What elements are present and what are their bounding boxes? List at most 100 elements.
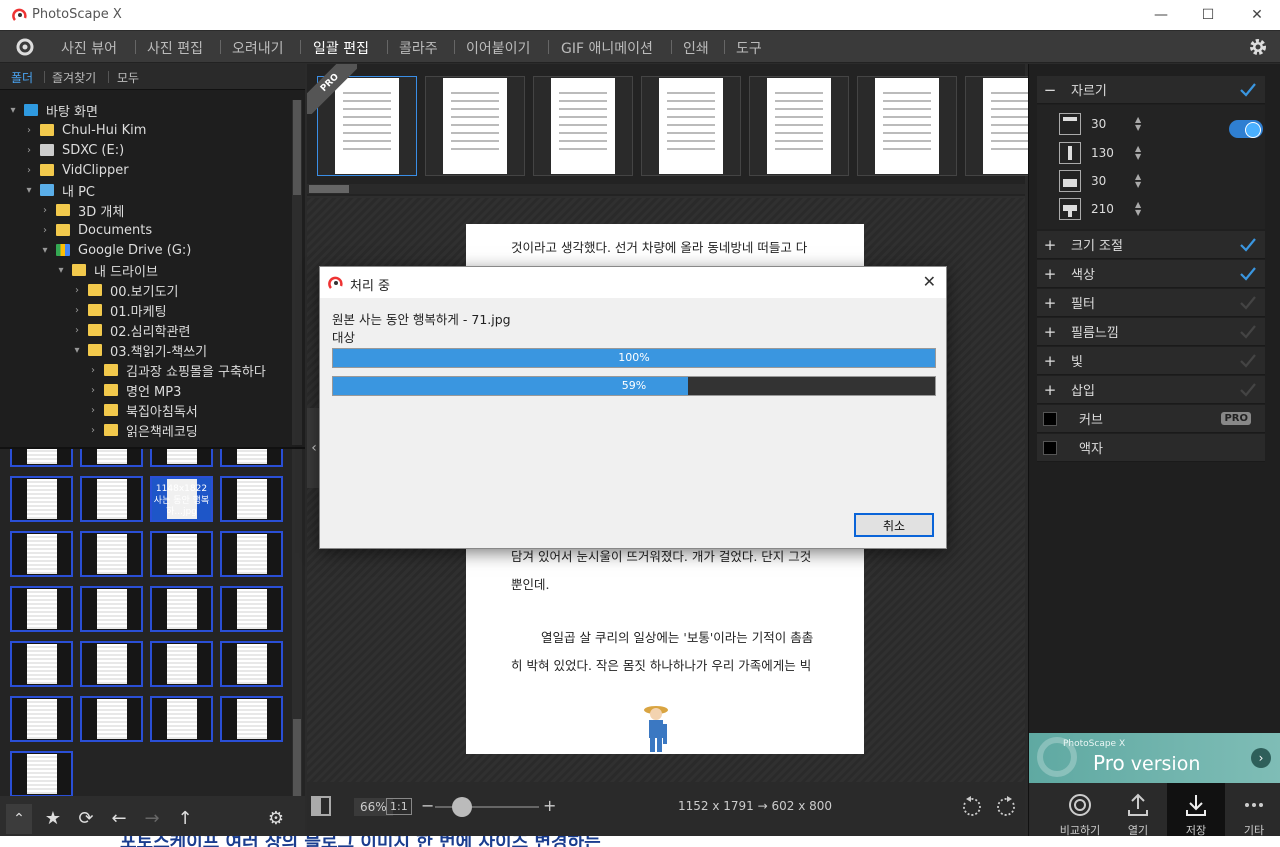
chevron-down-icon[interactable]: ▾	[54, 265, 68, 276]
chevron-right-icon[interactable]: ›	[22, 145, 36, 156]
compare-split-icon[interactable]	[311, 796, 331, 816]
thumbnail[interactable]	[220, 641, 283, 687]
thumbnail[interactable]	[80, 696, 143, 742]
chevron-right-icon[interactable]: ›	[22, 165, 36, 176]
thumbnail[interactable]	[10, 641, 73, 687]
checkmark-icon[interactable]	[1237, 321, 1259, 343]
browser-settings-gear-icon[interactable]: ⚙	[264, 806, 288, 830]
thumbnail[interactable]	[80, 531, 143, 577]
home-icon[interactable]	[14, 37, 36, 57]
section-curves[interactable]: 커브 PRO	[1037, 405, 1265, 433]
crop-value[interactable]: 130	[1091, 146, 1131, 160]
thumbnail[interactable]	[10, 531, 73, 577]
menu-photo-editor[interactable]: 사진 편집	[147, 38, 203, 58]
refresh-icon[interactable]: ⟳	[74, 806, 98, 830]
thumbnail[interactable]	[220, 696, 283, 742]
crop-value[interactable]: 210	[1091, 202, 1131, 216]
collapse-up-icon[interactable]: ⌃	[6, 804, 32, 834]
thumbnail[interactable]	[220, 449, 283, 467]
tree-item-google-drive[interactable]: ▾ Google Drive (G:)	[38, 240, 191, 260]
tree-item-my-drive[interactable]: ▾ 내 드라이브	[54, 260, 158, 280]
thumbnail[interactable]	[150, 449, 213, 467]
spinner-arrows-icon[interactable]: ▲ ▼	[1135, 173, 1141, 189]
expand-plus-icon[interactable]: +	[1041, 381, 1059, 399]
section-insert[interactable]: + 삽입	[1037, 376, 1265, 404]
menu-collage[interactable]: 콜라주	[399, 38, 438, 58]
collapse-minus-icon[interactable]: −	[1041, 81, 1059, 99]
checkmark-icon[interactable]	[1237, 263, 1259, 285]
tree-item-folder[interactable]: › 01.마케팅	[70, 300, 167, 320]
thumbnail[interactable]	[80, 476, 143, 522]
checkmark-icon[interactable]	[1237, 379, 1259, 401]
curves-checkbox[interactable]	[1043, 411, 1057, 426]
cancel-button[interactable]: 취소	[854, 513, 934, 537]
tab-folders[interactable]: 폴더	[11, 69, 33, 86]
frame-checkbox[interactable]	[1043, 440, 1057, 455]
zoom-slider[interactable]	[435, 797, 539, 817]
zoom-in-icon[interactable]: +	[543, 796, 556, 815]
filmstrip-thumbnail[interactable]	[425, 76, 525, 176]
crop-value[interactable]: 30	[1091, 117, 1131, 131]
tree-item-3d-objects[interactable]: › 3D 개체	[38, 200, 124, 220]
up-arrow-icon[interactable]: ↑	[173, 806, 197, 830]
minimize-button[interactable]: —	[1138, 0, 1184, 30]
thumbnail[interactable]	[10, 476, 73, 522]
tree-item-folder[interactable]: › 00.보기도기	[70, 280, 179, 300]
crop-left-field[interactable]: 130 ▲ ▼	[1059, 142, 1199, 164]
tree-item-sdxc[interactable]: › SDXC (E:)	[22, 140, 124, 160]
rotate-left-icon[interactable]	[959, 795, 983, 819]
expand-plus-icon[interactable]: +	[1041, 294, 1059, 312]
chevron-right-icon[interactable]: ›	[22, 125, 36, 136]
chevron-down-icon[interactable]: ▾	[38, 245, 52, 256]
tree-item-folder[interactable]: › 김과장 쇼핑몰을 구축하다	[86, 360, 266, 380]
spinner-arrows-icon[interactable]: ▲ ▼	[1135, 145, 1141, 161]
tree-item-folder[interactable]: › 02.심리학관련	[70, 320, 190, 340]
favorite-star-icon[interactable]: ★	[41, 806, 65, 830]
thumbnail[interactable]	[150, 586, 213, 632]
tab-all[interactable]: 모두	[117, 69, 139, 86]
crop-value[interactable]: 30	[1091, 174, 1131, 188]
actual-size-button[interactable]: 1:1	[386, 798, 412, 815]
checkmark-icon[interactable]	[1237, 350, 1259, 372]
checkmark-icon[interactable]	[1237, 79, 1259, 101]
thumbnail[interactable]	[150, 641, 213, 687]
back-arrow-icon[interactable]: ←	[107, 806, 131, 830]
chevron-right-icon[interactable]: ›	[70, 285, 84, 296]
thumbnail[interactable]	[80, 641, 143, 687]
chevron-right-icon[interactable]: ›	[86, 405, 100, 416]
checkmark-icon[interactable]	[1237, 292, 1259, 314]
dialog-close-icon[interactable]: ✕	[923, 272, 936, 291]
tree-item-my-pc[interactable]: ▾ 내 PC	[22, 180, 95, 200]
rotate-right-icon[interactable]	[995, 795, 1019, 819]
tree-item-folder[interactable]: › 북집아침독서	[86, 400, 198, 420]
section-frame[interactable]: 액자	[1037, 434, 1265, 462]
thumbnail[interactable]	[10, 449, 73, 467]
thumbnail[interactable]	[150, 696, 213, 742]
tree-item-documents[interactable]: › Documents	[38, 220, 152, 240]
tree-item-folder[interactable]: › 읽은책레코딩	[86, 420, 198, 440]
filmstrip-thumbnail[interactable]	[749, 76, 849, 176]
zoom-out-icon[interactable]: −	[421, 796, 434, 815]
thumbnail[interactable]	[220, 531, 283, 577]
crop-right-field[interactable]: 30 ▲ ▼	[1059, 170, 1199, 192]
chevron-right-icon[interactable]: ›	[38, 205, 52, 216]
section-resize[interactable]: + 크기 조절	[1037, 231, 1265, 259]
chevron-right-icon[interactable]: ›	[38, 225, 52, 236]
expand-plus-icon[interactable]: +	[1041, 323, 1059, 341]
crop-toggle-switch[interactable]	[1229, 120, 1263, 138]
tree-item-folder[interactable]: ▾ 03.책읽기-책쓰기	[70, 340, 207, 360]
scrollbar-thumb[interactable]	[309, 185, 349, 193]
section-light[interactable]: + 빛	[1037, 347, 1265, 375]
chevron-down-icon[interactable]: ▾	[22, 185, 36, 196]
filmstrip-thumbnail[interactable]	[641, 76, 741, 176]
menu-combine[interactable]: 이어붙이기	[466, 38, 530, 58]
menu-photo-viewer[interactable]: 사진 뷰어	[61, 38, 117, 58]
thumbnail[interactable]	[220, 476, 283, 522]
crop-bottom-field[interactable]: 210 ▲ ▼	[1059, 198, 1199, 220]
filmstrip-thumbnail[interactable]	[857, 76, 957, 176]
spinner-arrows-icon[interactable]: ▲ ▼	[1135, 116, 1141, 132]
expand-plus-icon[interactable]: +	[1041, 265, 1059, 283]
menu-gif-animation[interactable]: GIF 애니메이션	[561, 38, 653, 58]
thumbnail[interactable]	[10, 696, 73, 742]
menu-cut-out[interactable]: 오려내기	[232, 38, 284, 58]
